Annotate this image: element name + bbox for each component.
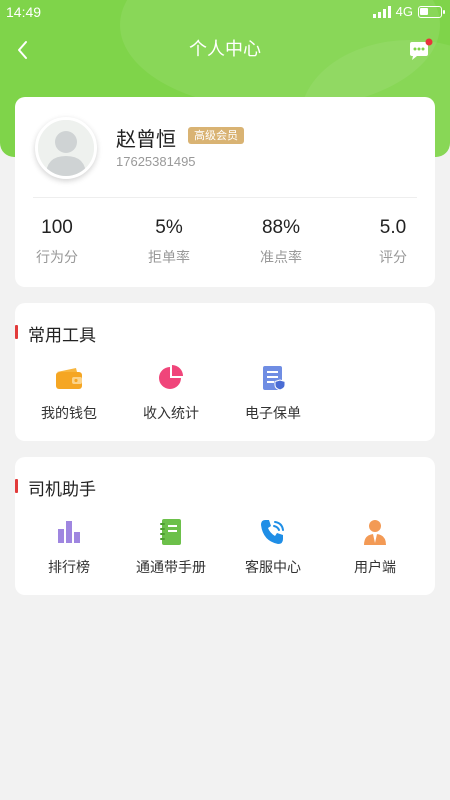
- tool-income-stats[interactable]: 收入统计: [121, 363, 221, 423]
- notification-dot: [425, 38, 433, 46]
- user-phone: 17625381495: [116, 154, 196, 169]
- tool-label: 电子保单: [245, 406, 301, 422]
- stat-value: 5.0: [379, 217, 407, 238]
- ranking-bar-icon: [58, 521, 80, 543]
- status-bar: 14:49 4G: [0, 0, 450, 24]
- user-name: 赵曾恒: [116, 127, 176, 151]
- stat-rating: 5.0 评分: [353, 217, 433, 267]
- assistant-user-app[interactable]: 用户端: [325, 517, 425, 577]
- stat-behavior-score: 100 行为分: [17, 217, 97, 267]
- phone-call-icon: [261, 520, 284, 544]
- notebook-icon: [160, 519, 181, 545]
- stat-punctuality-rate: 88% 准点率: [241, 217, 321, 267]
- battery-icon: [418, 5, 445, 18]
- pie-chart-icon: [159, 365, 183, 389]
- assistant-handbook[interactable]: 通通带手册: [121, 517, 221, 577]
- assistant-label: 用户端: [354, 560, 396, 576]
- tools-section: 常用工具 我的钱包 收入统计 电子保单: [15, 303, 435, 441]
- section-title: 常用工具: [28, 326, 96, 346]
- tool-wallet[interactable]: 我的钱包: [19, 363, 119, 423]
- stat-label: 准点率: [260, 250, 302, 266]
- stat-label: 行为分: [36, 250, 78, 266]
- stat-label: 拒单率: [148, 250, 190, 266]
- status-time: 14:49: [6, 4, 42, 20]
- assistant-label: 排行榜: [48, 560, 90, 576]
- assistant-label: 通通带手册: [136, 560, 206, 576]
- chat-bubble-icon: [410, 38, 433, 60]
- stat-label: 评分: [379, 250, 407, 266]
- user-icon: [364, 520, 386, 545]
- tool-label: 收入统计: [143, 406, 199, 422]
- message-button[interactable]: [406, 38, 434, 64]
- assistant-section: 司机助手 排行榜 通通带手册 客服中心 用户端: [15, 457, 435, 595]
- signal-icon: [372, 5, 391, 18]
- avatar[interactable]: [35, 117, 97, 179]
- assistant-label: 客服中心: [245, 560, 301, 576]
- status-indicators: 4G: [372, 4, 445, 19]
- section-accent-bar: [15, 479, 18, 493]
- tool-e-policy[interactable]: 电子保单: [223, 363, 323, 423]
- stats-row: 100 行为分 5% 拒单率 88% 准点率 5.0 评分: [15, 217, 435, 277]
- assistant-ranking[interactable]: 排行榜: [19, 517, 119, 577]
- insurance-document-icon: [263, 366, 286, 391]
- section-title: 司机助手: [28, 480, 96, 500]
- stat-value: 5%: [155, 217, 183, 238]
- divider: [33, 197, 417, 198]
- stat-value: 88%: [261, 217, 301, 238]
- stat-value: 100: [41, 217, 73, 238]
- assistant-customer-service[interactable]: 客服中心: [223, 517, 323, 577]
- profile-card: 赵曾恒 高级会员 17625381495 100 行为分 5% 拒单率 88% …: [15, 97, 435, 287]
- page-title: 个人中心: [189, 39, 261, 60]
- network-type: 4G: [395, 4, 413, 19]
- wallet-icon: [56, 368, 82, 389]
- stat-reject-rate: 5% 拒单率: [129, 217, 209, 267]
- default-avatar-icon: [38, 120, 94, 176]
- tool-label: 我的钱包: [41, 406, 97, 422]
- section-accent-bar: [15, 325, 18, 339]
- member-badge: 高级会员: [188, 127, 244, 144]
